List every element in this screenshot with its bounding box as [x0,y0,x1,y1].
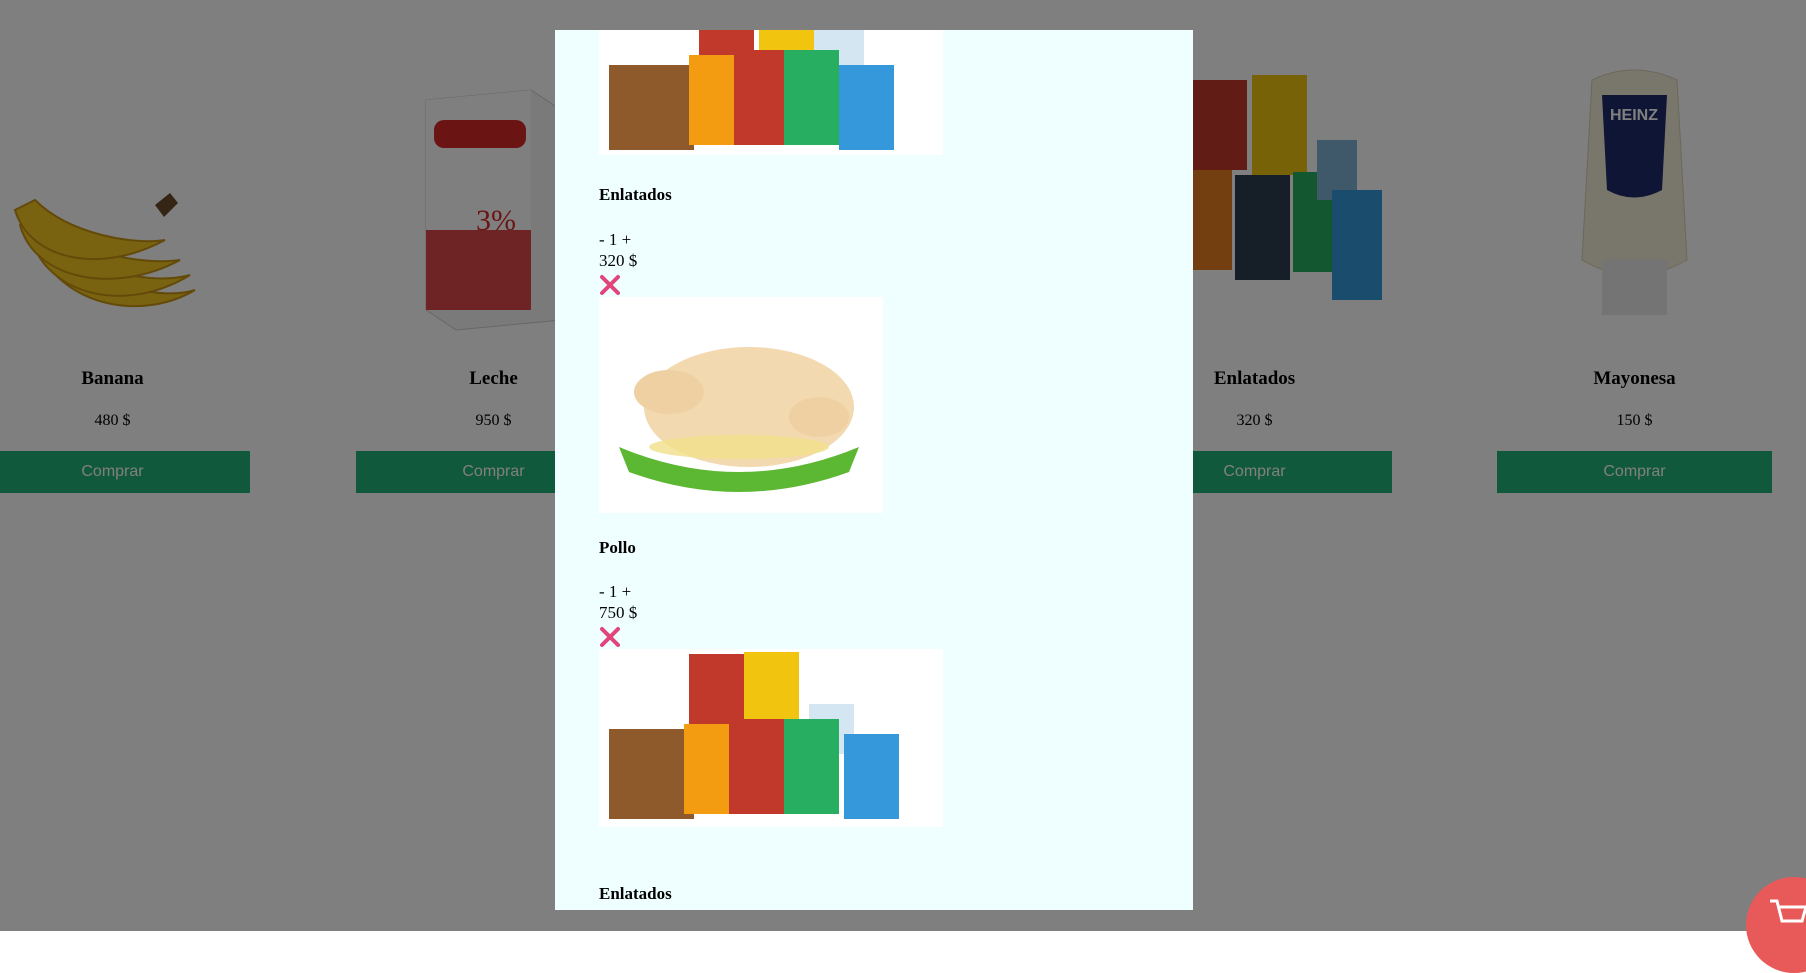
canned-goods-image [599,30,943,155]
cart-item-subtotal: 750 $ [599,603,638,622]
qty-value: 1 [608,230,618,249]
decrease-qty-button[interactable]: - [599,582,605,601]
qty-value: 1 [608,582,618,601]
increase-qty-button[interactable]: + [622,230,632,249]
cart-item-name: Enlatados [599,884,672,903]
close-x-icon[interactable] [599,626,621,648]
cart-item-name: Enlatados [599,185,672,204]
cart-modal: Enlatados - 1 + 320 $ Pollo - 1 + 750 $ … [555,30,1193,910]
raw-chicken-image [599,297,883,513]
cart-item-subtotal: 320 $ [599,251,638,270]
quantity-stepper: - 1 + [599,582,631,602]
close-x-icon[interactable] [599,274,621,296]
quantity-stepper: - 1 + [599,230,631,250]
increase-qty-button[interactable]: + [622,582,632,601]
decrease-qty-button[interactable]: - [599,230,605,249]
cart-item-name: Pollo [599,538,636,557]
canned-goods-image [599,649,943,827]
